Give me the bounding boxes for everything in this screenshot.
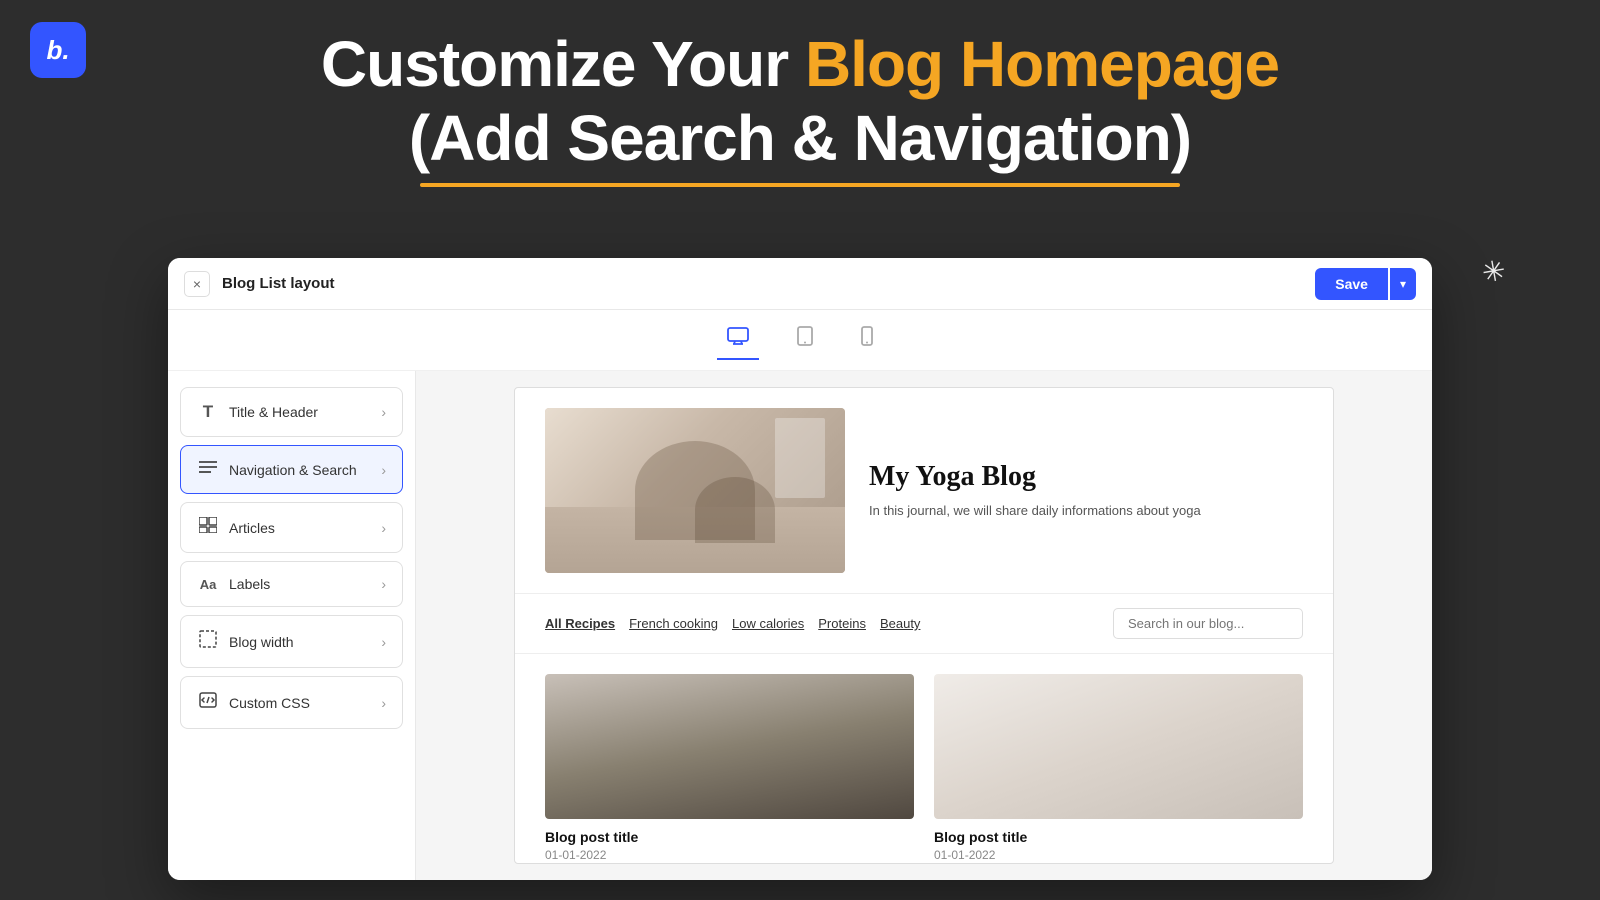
post-image-1 [934, 674, 1303, 819]
panel-arrow-nav-search: › [381, 462, 386, 478]
save-button-group: Save ▾ [1315, 268, 1416, 300]
blog-nav-bar: All Recipes French cooking Low calories … [515, 594, 1333, 654]
nav-tag-0[interactable]: All Recipes [545, 616, 615, 631]
panel-arrow-labels: › [381, 576, 386, 592]
panel-arrow-title-header: › [381, 404, 386, 420]
device-mobile-button[interactable] [851, 320, 883, 360]
panel-item-blog-width[interactable]: Blog width › [180, 615, 403, 668]
panel-item-nav-search[interactable]: Navigation & Search › [180, 445, 403, 494]
panel-arrow-blog-width: › [381, 634, 386, 650]
editor-window: × Blog List layout Save ▾ [168, 258, 1432, 880]
close-button[interactable]: × [184, 271, 210, 297]
title-line1-normal: Customize Your [321, 28, 805, 100]
editor-body: T Title & Header › Navigation & Search [168, 371, 1432, 880]
blog-hero: My Yoga Blog In this journal, we will sh… [515, 388, 1333, 594]
save-dropdown-button[interactable]: ▾ [1390, 268, 1416, 300]
nav-search-icon [197, 460, 219, 479]
app-logo: b. [30, 22, 86, 78]
nav-tag-2[interactable]: Low calories [732, 616, 804, 631]
post-image-0 [545, 674, 914, 819]
nav-tag-4[interactable]: Beauty [880, 616, 920, 631]
blog-width-icon [197, 630, 219, 653]
logo-text: b. [46, 35, 69, 66]
custom-css-icon [197, 691, 219, 714]
panel-label-articles: Articles [229, 520, 275, 536]
window-title: Blog List layout [222, 275, 335, 292]
blog-post-card-0: Blog post title 01-01-2022 [545, 674, 914, 862]
device-desktop-button[interactable] [717, 320, 759, 360]
titlebar-left: × Blog List layout [184, 271, 335, 297]
device-toggle-bar [168, 310, 1432, 371]
nav-tag-3[interactable]: Proteins [818, 616, 866, 631]
title-line1: Customize Your Blog Homepage [0, 28, 1600, 102]
title-highlight: Blog Homepage [805, 28, 1279, 100]
articles-icon [197, 517, 219, 538]
left-panel: T Title & Header › Navigation & Search [168, 371, 416, 880]
nav-tags: All Recipes French cooking Low calories … [545, 616, 920, 631]
panel-arrow-custom-css: › [381, 695, 386, 711]
post-date-1: 01-01-2022 [934, 848, 1303, 862]
save-button[interactable]: Save [1315, 268, 1388, 300]
blog-search-input[interactable] [1113, 608, 1303, 639]
blog-title: My Yoga Blog [869, 461, 1201, 493]
panel-item-title-header[interactable]: T Title & Header › [180, 387, 403, 437]
panel-label-labels: Labels [229, 576, 270, 592]
panel-label-nav-search: Navigation & Search [229, 462, 357, 478]
title-line2: (Add Search & Navigation) [0, 102, 1600, 176]
post-title-1: Blog post title [934, 829, 1303, 845]
decoration-squiggle: ✳ [1479, 253, 1508, 290]
panel-item-custom-css[interactable]: Custom CSS › [180, 676, 403, 729]
labels-icon: Aa [197, 577, 219, 592]
panel-arrow-articles: › [381, 520, 386, 536]
post-title-0: Blog post title [545, 829, 914, 845]
nav-tag-1[interactable]: French cooking [629, 616, 718, 631]
blog-hero-text: My Yoga Blog In this journal, we will sh… [869, 461, 1201, 521]
blog-description: In this journal, we will share daily inf… [869, 501, 1201, 521]
panel-item-articles[interactable]: Articles › [180, 502, 403, 553]
window-titlebar: × Blog List layout Save ▾ [168, 258, 1432, 310]
panel-label-custom-css: Custom CSS [229, 695, 310, 711]
panel-item-labels[interactable]: Aa Labels › [180, 561, 403, 607]
panel-label-blog-width: Blog width [229, 634, 294, 650]
page-header: Customize Your Blog Homepage (Add Search… [0, 0, 1600, 187]
panel-label-title-header: Title & Header [229, 404, 318, 420]
title-underline [420, 183, 1180, 187]
blog-hero-image [545, 408, 845, 573]
device-tablet-button[interactable] [787, 320, 823, 360]
blog-preview: My Yoga Blog In this journal, we will sh… [514, 387, 1334, 864]
post-date-0: 01-01-2022 [545, 848, 914, 862]
preview-area: My Yoga Blog In this journal, we will sh… [416, 371, 1432, 880]
title-header-icon: T [197, 402, 219, 422]
blog-posts-grid: Blog post title 01-01-2022 Blog post tit… [515, 654, 1333, 864]
blog-post-card-1: Blog post title 01-01-2022 [934, 674, 1303, 862]
